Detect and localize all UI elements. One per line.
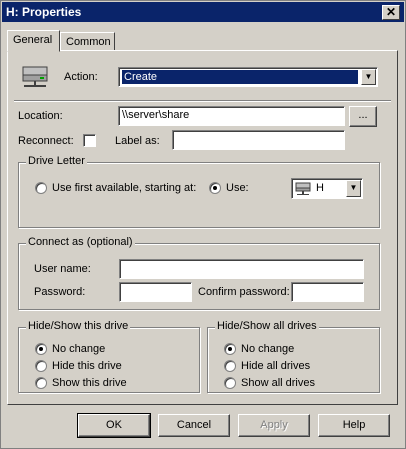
close-button[interactable]: ✕	[382, 5, 400, 20]
confirm-password-input[interactable]	[291, 282, 364, 302]
use-first-available-label: Use first available, starting at:	[52, 182, 197, 194]
connect-as-group: Connect as (optional) User name: Passwor…	[18, 236, 380, 310]
label-as-input[interactable]	[172, 130, 345, 150]
hide-show-all-group: Hide/Show all drives No change Hide all …	[207, 320, 380, 393]
tab-general[interactable]: General	[7, 30, 60, 52]
action-dropdown[interactable]: Create ▼	[118, 67, 378, 87]
network-drive-icon	[295, 182, 311, 195]
label-as-label: Label as:	[115, 135, 160, 147]
hide-all-drives-label: Hide all drives	[241, 360, 311, 372]
chevron-down-icon[interactable]: ▼	[361, 69, 376, 85]
ok-button[interactable]: OK	[77, 413, 151, 438]
window-title: H: Properties	[6, 5, 82, 19]
reconnect-checkbox[interactable]	[83, 134, 96, 147]
use-first-available-radio[interactable]	[35, 182, 47, 194]
hide-show-drive-group: Hide/Show this drive No change Hide this…	[18, 320, 200, 393]
browse-button[interactable]: ...	[349, 106, 377, 127]
location-input[interactable]: \\server\share	[118, 106, 345, 126]
cancel-button[interactable]: Cancel	[158, 414, 230, 437]
action-label: Action:	[64, 71, 98, 83]
drive-letter-dropdown[interactable]: H ▼	[291, 178, 363, 199]
drive-letter-value: H	[316, 182, 324, 194]
drive-letter-title: Drive Letter	[26, 155, 87, 167]
password-input[interactable]	[119, 282, 192, 302]
properties-dialog: H: Properties ✕ General Common Action: C…	[0, 0, 406, 449]
hide-show-drive-title: Hide/Show this drive	[26, 320, 131, 332]
drive-no-change-radio[interactable]	[35, 343, 47, 355]
confirm-password-label: Confirm password:	[198, 286, 290, 298]
action-selected-value: Create	[122, 70, 358, 84]
username-input[interactable]	[119, 259, 364, 279]
tab-common-label: Common	[66, 36, 111, 48]
title-bar[interactable]: H: Properties ✕	[2, 2, 404, 22]
chevron-down-icon[interactable]: ▼	[346, 180, 361, 197]
tab-general-label: General	[13, 34, 53, 46]
password-label: Password:	[34, 286, 86, 298]
use-letter-label: Use:	[226, 182, 249, 194]
tab-common[interactable]: Common	[60, 32, 115, 51]
username-label: User name:	[34, 263, 91, 275]
help-button[interactable]: Help	[318, 414, 390, 437]
divider	[14, 100, 391, 102]
hide-this-drive-radio[interactable]	[35, 360, 47, 372]
show-this-drive-label: Show this drive	[52, 377, 127, 389]
show-all-drives-label: Show all drives	[241, 377, 315, 389]
all-no-change-label: No change	[241, 343, 295, 355]
drive-no-change-label: No change	[52, 343, 106, 355]
hide-this-drive-label: Hide this drive	[52, 360, 122, 372]
reconnect-label: Reconnect:	[18, 135, 74, 147]
use-letter-radio[interactable]	[209, 182, 221, 194]
connect-as-title: Connect as (optional)	[26, 236, 135, 248]
hide-show-all-title: Hide/Show all drives	[215, 320, 319, 332]
show-this-drive-radio[interactable]	[35, 377, 47, 389]
show-all-drives-radio[interactable]	[224, 377, 236, 389]
network-drive-icon	[22, 66, 48, 87]
all-no-change-radio[interactable]	[224, 343, 236, 355]
drive-letter-group: Drive Letter Use first available, starti…	[18, 155, 380, 228]
general-panel: Action: Create ▼ Location: \\server\shar…	[7, 50, 398, 405]
apply-button[interactable]: Apply	[238, 414, 310, 437]
location-label: Location:	[18, 110, 63, 122]
hide-all-drives-radio[interactable]	[224, 360, 236, 372]
